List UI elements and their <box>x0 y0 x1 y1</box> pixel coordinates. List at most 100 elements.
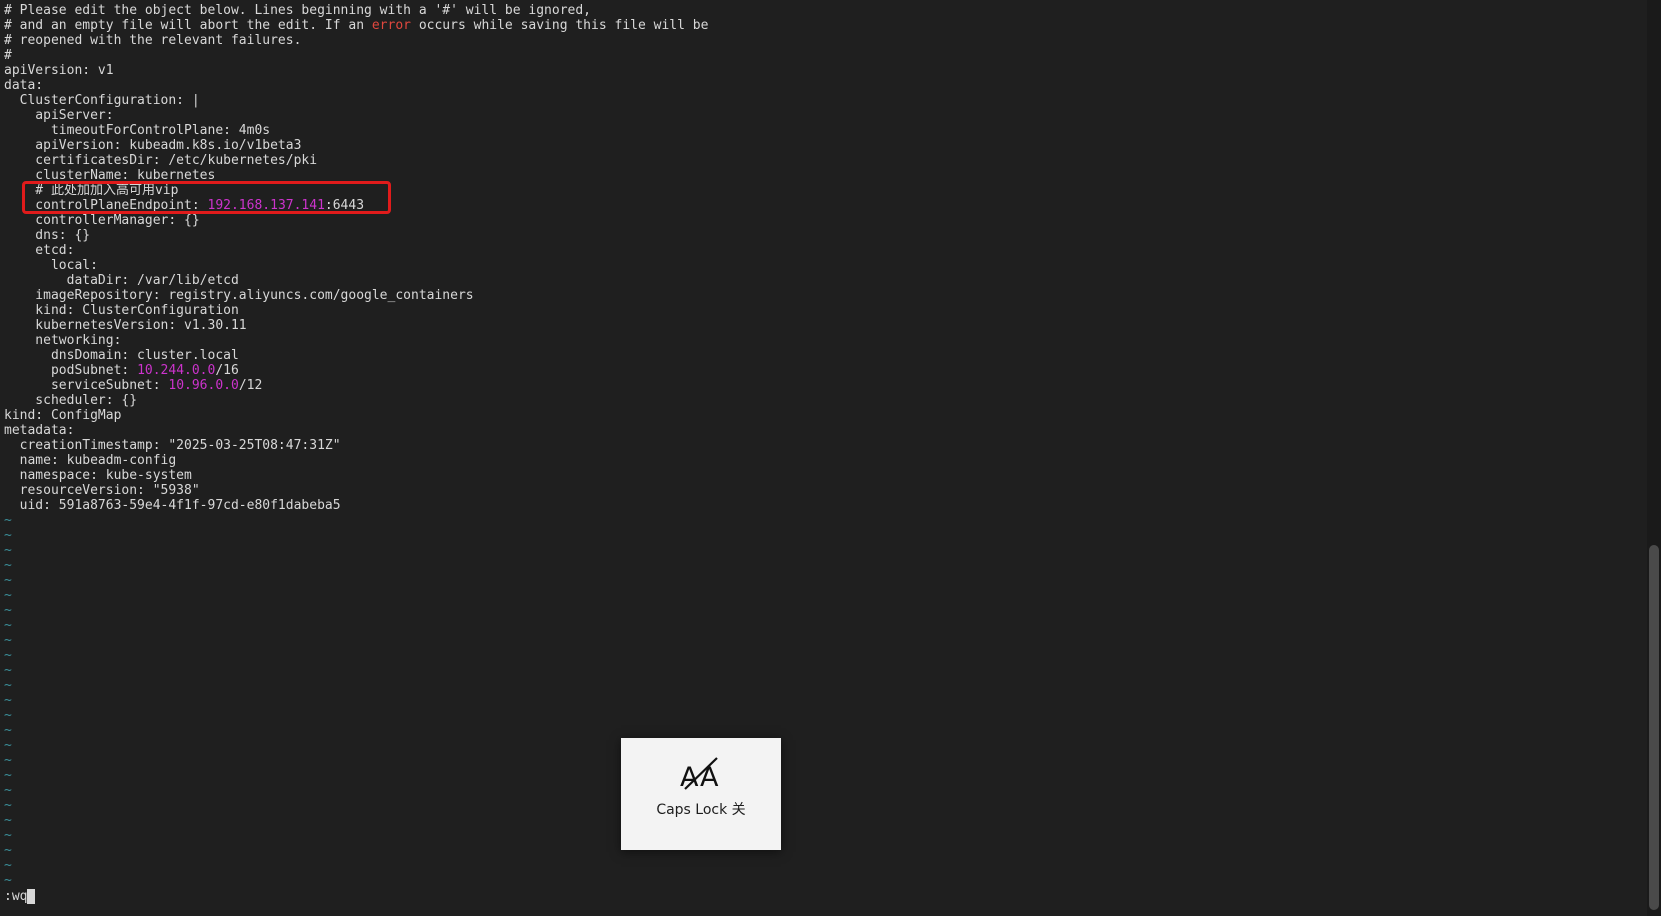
highlighted-token: error <box>371 18 411 33</box>
buffer-line: kind: ClusterConfiguration <box>4 303 1634 318</box>
buffer-line: dns: {} <box>4 228 1634 243</box>
line-text: timeoutForControlPlane: 4m0s <box>4 123 271 138</box>
buffer-line: local: <box>4 258 1634 273</box>
empty-line-marker: ~ <box>4 828 12 843</box>
text-cursor <box>27 889 36 904</box>
empty-line-marker: ~ <box>4 588 12 603</box>
line-text: controllerManager: {} <box>4 213 200 228</box>
line-text: kubernetesVersion: v1.30.11 <box>4 318 247 333</box>
empty-line-marker: ~ <box>4 693 12 708</box>
buffer-line: uid: 591a8763-59e4-4f1f-97cd-e80f1dabeba… <box>4 498 1634 513</box>
line-text: apiVersion: kubeadm.k8s.io/v1beta3 <box>4 138 302 153</box>
empty-line-marker: ~ <box>4 528 12 543</box>
line-text: uid: 591a8763-59e4-4f1f-97cd-e80f1dabeba… <box>4 498 341 513</box>
buffer-line: kind: ConfigMap <box>4 408 1634 423</box>
line-text: # and an empty file will abort the edit.… <box>4 18 372 33</box>
empty-line-marker: ~ <box>4 618 12 633</box>
empty-line-marker: ~ <box>4 843 12 858</box>
buffer-line: controllerManager: {} <box>4 213 1634 228</box>
line-text: name: kubeadm-config <box>4 453 177 468</box>
line-text: creationTimestamp: "2025-03-25T08:47:31Z… <box>4 438 341 453</box>
empty-line-marker: ~ <box>4 633 12 648</box>
scrollbar-thumb[interactable] <box>1649 545 1659 910</box>
command-text: :wq <box>4 889 28 904</box>
buffer-line: podSubnet: 10.244.0.0/16 <box>4 363 1634 378</box>
empty-line-marker: ~ <box>4 873 12 888</box>
caps-lock-notification: A A Caps Lock 关 <box>621 738 781 850</box>
line-text: networking: <box>4 333 122 348</box>
caps-lock-off-icon: A A <box>680 757 719 792</box>
empty-line-marker: ~ <box>4 858 12 873</box>
scrollbar[interactable] <box>1647 0 1661 916</box>
buffer-line: resourceVersion: "5938" <box>4 483 1634 498</box>
buffer-line: networking: <box>4 333 1634 348</box>
line-text: etcd: <box>4 243 75 258</box>
empty-line-marker: ~ <box>4 768 12 783</box>
vim-buffer[interactable]: # Please edit the object below. Lines be… <box>4 3 1634 888</box>
buffer-line: apiServer: <box>4 108 1634 123</box>
buffer-line: name: kubeadm-config <box>4 453 1634 468</box>
buffer-line: certificatesDir: /etc/kubernetes/pki <box>4 153 1634 168</box>
caps-lock-label: Caps Lock 关 <box>656 802 746 818</box>
line-text: /12 <box>238 378 263 393</box>
buffer-line: dataDir: /var/lib/etcd <box>4 273 1634 288</box>
buffer-line: timeoutForControlPlane: 4m0s <box>4 123 1634 138</box>
empty-line-marker: ~ <box>4 708 12 723</box>
line-text: dns: {} <box>4 228 91 243</box>
empty-line-marker: ~ <box>4 723 12 738</box>
line-text: certificatesDir: /etc/kubernetes/pki <box>4 153 318 168</box>
empty-line-marker: ~ <box>4 558 12 573</box>
empty-line-marker: ~ <box>4 753 12 768</box>
empty-line-marker: ~ <box>4 783 12 798</box>
buffer-line: etcd: <box>4 243 1634 258</box>
empty-line-marker: ~ <box>4 798 12 813</box>
buffer-line: metadata: <box>4 423 1634 438</box>
line-text: # Please edit the object below. Lines be… <box>4 3 591 18</box>
empty-line-marker: ~ <box>4 573 12 588</box>
line-text: apiServer: <box>4 108 114 123</box>
buffer-line: dnsDomain: cluster.local <box>4 348 1634 363</box>
buffer-line: apiVersion: v1 <box>4 63 1634 78</box>
line-text: /16 <box>215 363 239 378</box>
buffer-line: scheduler: {} <box>4 393 1634 408</box>
line-text: resourceVersion: "5938" <box>4 483 200 498</box>
empty-line-marker: ~ <box>4 663 12 678</box>
empty-line-marker: ~ <box>4 648 12 663</box>
line-text: local: <box>4 258 98 273</box>
line-text: dataDir: /var/lib/etcd <box>4 273 239 288</box>
line-text: imageRepository: registry.aliyuncs.com/g… <box>4 288 474 303</box>
buffer-line: namespace: kube-system <box>4 468 1634 483</box>
line-text: # reopened with the relevant failures. <box>4 33 302 48</box>
buffer-line: kubernetesVersion: v1.30.11 <box>4 318 1634 333</box>
line-text: kind: ClusterConfiguration <box>4 303 239 318</box>
annotation-highlight-box <box>22 181 391 214</box>
buffer-line: apiVersion: kubeadm.k8s.io/v1beta3 <box>4 138 1634 153</box>
line-text: metadata: <box>4 423 75 438</box>
line-text: ClusterConfiguration: | <box>4 93 200 108</box>
line-text: podSubnet: <box>4 363 138 378</box>
buffer-line: serviceSubnet: 10.96.0.0/12 <box>4 378 1634 393</box>
buffer-line: imageRepository: registry.aliyuncs.com/g… <box>4 288 1634 303</box>
line-text: occurs while saving this file will be <box>411 18 709 33</box>
vim-command-line[interactable]: :wq <box>4 889 36 905</box>
empty-line-marker: ~ <box>4 603 12 618</box>
empty-line-marker: ~ <box>4 738 12 753</box>
line-text: dnsDomain: cluster.local <box>4 348 239 363</box>
buffer-line: data: <box>4 78 1634 93</box>
line-text: namespace: kube-system <box>4 468 192 483</box>
buffer-line: # Please edit the object below. Lines be… <box>4 3 1634 18</box>
line-text: serviceSubnet: <box>4 378 169 393</box>
buffer-line: # and an empty file will abort the edit.… <box>4 18 1634 33</box>
highlighted-token: 10.244.0.0 <box>137 363 216 378</box>
line-text: apiVersion: v1 <box>4 63 114 78</box>
line-text: kind: ConfigMap <box>4 408 122 423</box>
buffer-line: creationTimestamp: "2025-03-25T08:47:31Z… <box>4 438 1634 453</box>
empty-line-marker: ~ <box>4 543 12 558</box>
terminal-window[interactable]: # Please edit the object below. Lines be… <box>0 0 1661 916</box>
line-text: # <box>4 48 12 63</box>
empty-line-marker: ~ <box>4 678 12 693</box>
empty-line-marker: ~ <box>4 513 12 528</box>
highlighted-token: 10.96.0.0 <box>168 378 239 393</box>
buffer-line: # <box>4 48 1634 63</box>
buffer-line: # reopened with the relevant failures. <box>4 33 1634 48</box>
